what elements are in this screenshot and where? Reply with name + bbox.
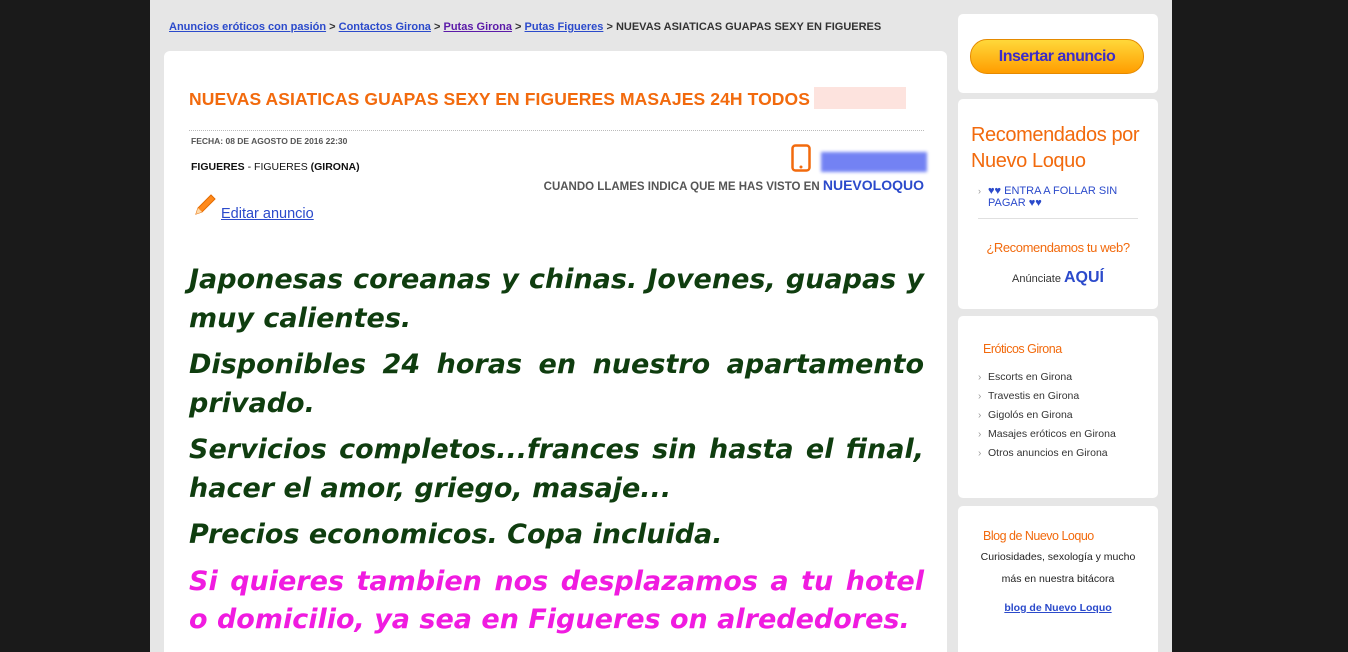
insert-ad-button[interactable]: Insertar anuncio bbox=[970, 39, 1144, 74]
location-province: (GIRONA) bbox=[310, 161, 360, 173]
blog-title: Blog de Nuevo Loquo bbox=[983, 529, 1094, 543]
eroticos-link-gigolos[interactable]: Gigolós en Girona bbox=[978, 406, 1116, 425]
ad-highlight-paragraph: Si quieres tambien nos desplazamos a tu … bbox=[189, 565, 924, 636]
eroticos-link-escorts[interactable]: Escorts en Girona bbox=[978, 368, 1116, 387]
eroticos-link-masajes[interactable]: Masajes eróticos en Girona bbox=[978, 425, 1116, 444]
edit-ad-link[interactable]: Editar anuncio bbox=[221, 206, 314, 222]
ad-body: Japonesas coreanas y chinas. Jovenes, gu… bbox=[189, 261, 924, 648]
ad-paragraph: Disponibles 24 horas en nuestro apartame… bbox=[189, 349, 924, 419]
breadcrumb-separator: > bbox=[606, 21, 613, 33]
chevron-right-icon: › bbox=[978, 186, 981, 196]
location-city: FIGUERES bbox=[191, 161, 245, 173]
blog-box: Blog de Nuevo Loquo Curiosidades, sexolo… bbox=[958, 506, 1158, 652]
ad-title: NUEVAS ASIATICAS GUAPAS SEXY EN FIGUERES… bbox=[189, 87, 907, 110]
recommend-web-question: ¿Recomendamos tu web? bbox=[986, 240, 1130, 255]
blog-description-line: Curiosidades, sexología y mucho bbox=[980, 551, 1136, 563]
insert-box: Insertar anuncio bbox=[958, 14, 1158, 93]
breadcrumb-current: NUEVAS ASIATICAS GUAPAS SEXY EN FIGUERES bbox=[615, 21, 882, 33]
location-area: FIGUERES bbox=[254, 161, 308, 173]
breadcrumb-link-putas-figueres[interactable]: Putas Figueres bbox=[525, 21, 604, 33]
ad-paragraph: Japonesas coreanas y chinas. Jovenes, gu… bbox=[189, 264, 924, 334]
blog-description-line: más en nuestra bitácora bbox=[1001, 573, 1115, 585]
breadcrumb-separator: > bbox=[434, 21, 441, 33]
ad-paragraph: Precios economicos. Copa incluida. bbox=[189, 519, 723, 550]
breadcrumb-link-contactos-girona[interactable]: Contactos Girona bbox=[339, 21, 431, 33]
call-note: CUANDO LLAMES INDICA QUE ME HAS VISTO EN… bbox=[544, 177, 924, 193]
eroticos-link-travestis[interactable]: Travestis en Girona bbox=[978, 387, 1116, 406]
breadcrumb-link-home[interactable]: Anuncios eróticos con pasión bbox=[169, 21, 326, 33]
call-note-text: CUANDO LLAMES INDICA QUE ME HAS VISTO EN bbox=[543, 181, 820, 193]
recommended-item-label: ♥♥ ENTRA A FOLLAR SIN PAGAR ♥♥ bbox=[988, 185, 1118, 209]
ad-title-text: NUEVAS ASIATICAS GUAPAS SEXY EN FIGUERES… bbox=[189, 89, 811, 109]
ad-date: FECHA: 08 DE AGOSTO DE 2016 22:30 bbox=[191, 136, 348, 146]
breadcrumb-link-putas-girona[interactable]: Putas Girona bbox=[444, 21, 512, 33]
pencil-icon bbox=[195, 194, 216, 215]
blog-link[interactable]: blog de Nuevo Loquo bbox=[958, 602, 1158, 614]
breadcrumb: Anuncios eróticos con pasión > Contactos… bbox=[169, 21, 881, 33]
advertise-line: Anúnciate AQUÍ bbox=[958, 269, 1158, 287]
phone-number-redacted[interactable] bbox=[821, 152, 927, 172]
advertise-label: Anúnciate bbox=[1012, 273, 1061, 285]
blog-description: Curiosidades, sexología y mucho más en n… bbox=[958, 546, 1158, 590]
ad-panel: NUEVAS ASIATICAS GUAPAS SEXY EN FIGUERES… bbox=[164, 51, 947, 652]
location-separator: - bbox=[244, 161, 255, 173]
eroticos-list: Escorts en Girona Travestis en Girona Gi… bbox=[978, 368, 1116, 463]
recommended-title: Recomendados por Nuevo Loquo bbox=[971, 124, 1140, 172]
eroticos-link-otros[interactable]: Otros anuncios en Girona bbox=[978, 444, 1116, 463]
eroticos-box: Eróticos Girona Escorts en Girona Traves… bbox=[958, 316, 1158, 498]
breadcrumb-separator: > bbox=[515, 21, 522, 33]
divider bbox=[978, 218, 1138, 219]
divider bbox=[189, 130, 924, 131]
page-container: Anuncios eróticos con pasión > Contactos… bbox=[150, 0, 1172, 652]
eroticos-title: Eróticos Girona bbox=[983, 342, 1062, 356]
ad-location: FIGUERES - FIGUERES (GIRONA) bbox=[191, 161, 360, 173]
redacted-block bbox=[814, 87, 907, 109]
recommended-item[interactable]: › ♥♥ ENTRA A FOLLAR SIN PAGAR ♥♥ bbox=[978, 185, 1148, 209]
ad-paragraph: Servicios completos...frances sin hasta … bbox=[189, 434, 924, 504]
brand-name: NUEVOLOQUO bbox=[822, 177, 924, 193]
phone-icon bbox=[791, 144, 811, 172]
recommended-box: Recomendados por Nuevo Loquo › ♥♥ ENTRA … bbox=[958, 99, 1158, 309]
advertise-link[interactable]: AQUÍ bbox=[1064, 269, 1104, 286]
breadcrumb-separator: > bbox=[329, 21, 336, 33]
